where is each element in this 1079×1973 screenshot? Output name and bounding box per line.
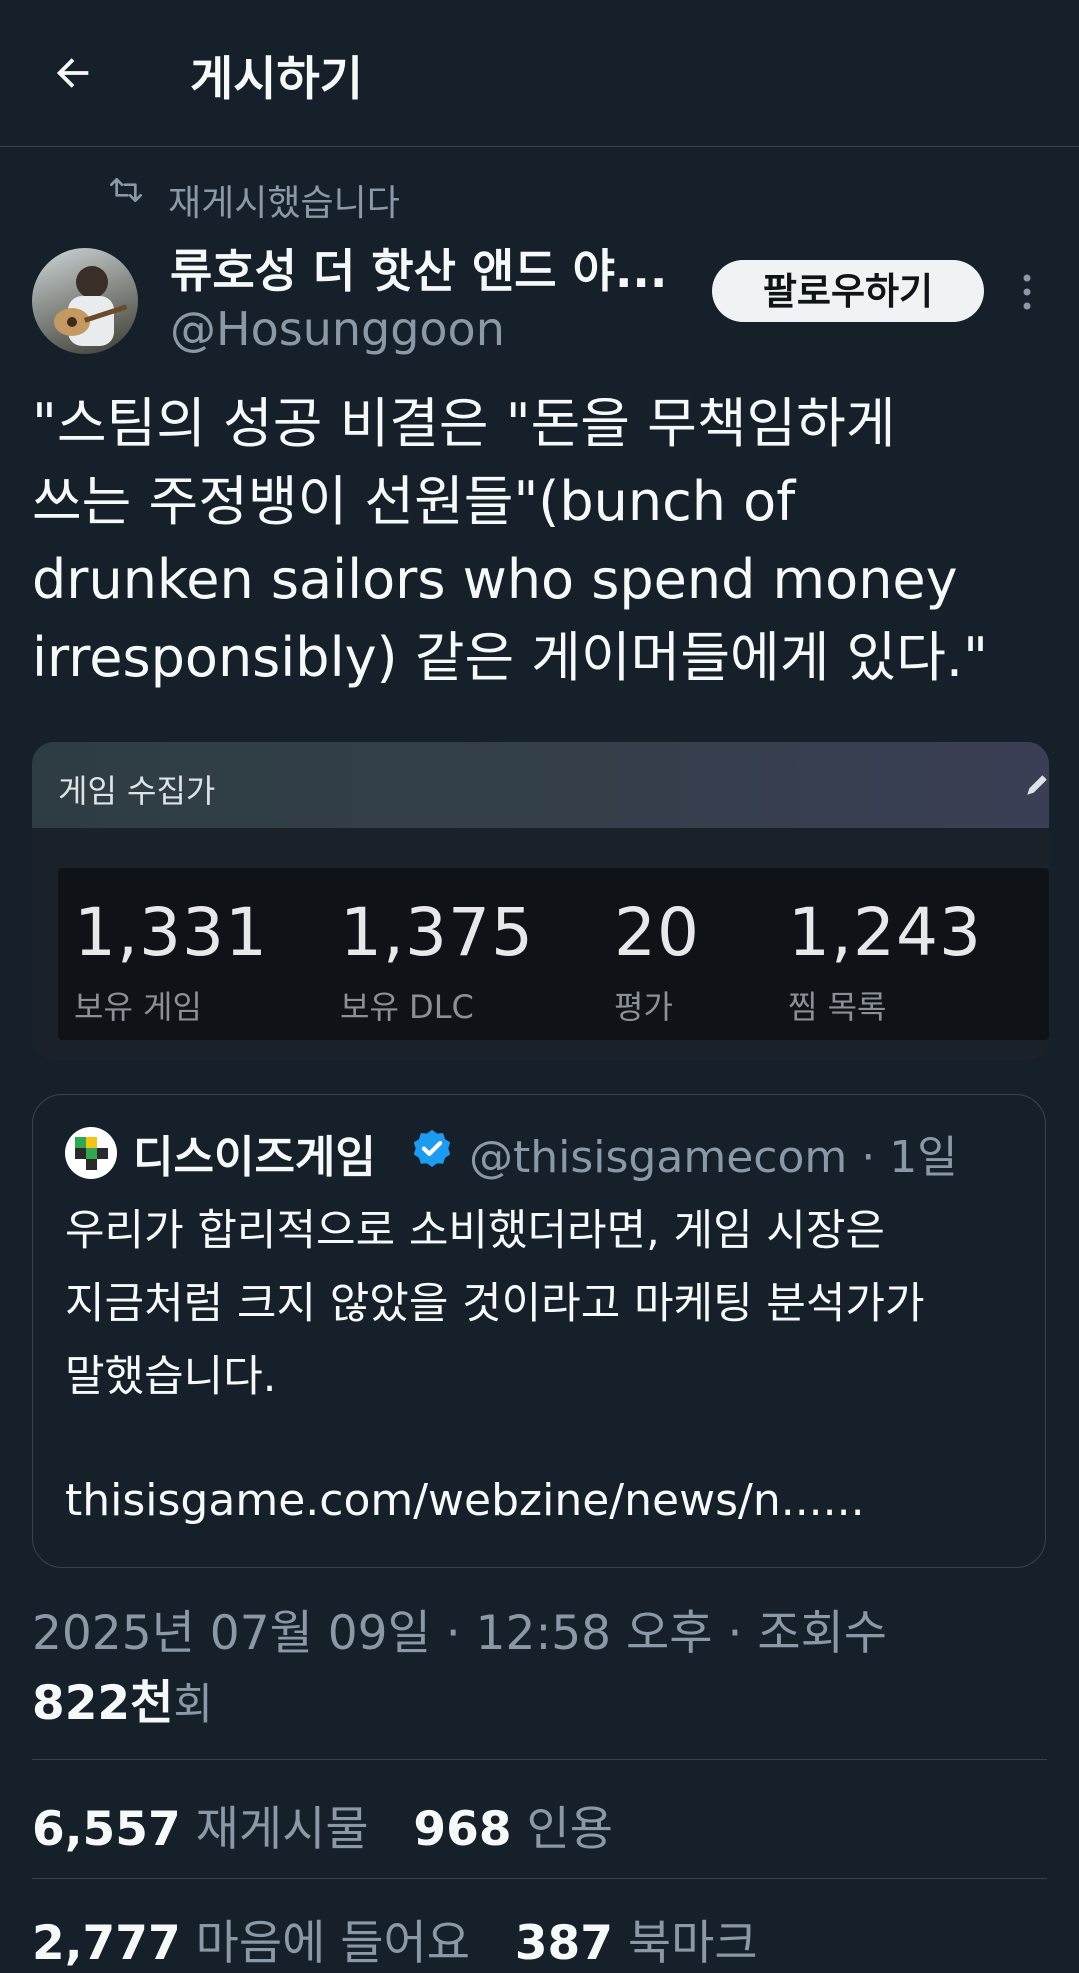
stat-label: 보유 게임: [74, 988, 202, 1026]
views-unit: 회: [173, 1680, 213, 1730]
likes-count: 2,777: [32, 1916, 181, 1971]
quotes-count: 968: [413, 1802, 512, 1857]
view-count: 822천회: [32, 1664, 213, 1733]
bookmarks-count: 387: [514, 1916, 613, 1971]
follow-button[interactable]: 팔로우하기: [712, 260, 984, 322]
stat-label: 보유 DLC: [340, 988, 474, 1026]
stat-label: 평가: [614, 988, 673, 1026]
more-options-icon[interactable]: [1016, 270, 1038, 314]
engagement-row: 2,777 마음에 들어요 387 북마크: [32, 1904, 758, 1973]
stats-panel: 1,331 보유 게임 1,375 보유 DLC 20 평가 1,243 찜 목…: [58, 868, 1049, 1040]
stat-value: 20: [614, 894, 700, 971]
top-app-bar: 게시하기: [0, 0, 1079, 147]
quotes-label: 인용: [526, 1802, 613, 1857]
stat-value: 1,331: [74, 894, 268, 971]
engagement-row: 6,557 재게시물 968 인용: [32, 1790, 613, 1859]
stat-value: 1,375: [340, 894, 534, 971]
image-section-title: 게임 수집가: [58, 772, 216, 810]
bookmarks-label: 북마크: [627, 1916, 758, 1971]
stat-value: 1,243: [788, 894, 982, 971]
quote-avatar: [65, 1127, 117, 1179]
views-number: 822천: [32, 1676, 174, 1731]
quote-author-handle: @thisisgamecom · 1일: [469, 1132, 958, 1183]
quote-text: 우리가 합리적으로 소비했더라면, 게임 시장은 지금처럼 크지 않았을 것이라…: [65, 1206, 925, 1402]
author-name[interactable]: 류호성 더 핫산 앤드 야...: [170, 235, 667, 301]
divider: [32, 1878, 1047, 1879]
back-arrow-icon[interactable]: [50, 50, 96, 96]
attached-image[interactable]: 게임 수집가 1,331 보유 게임 1,375 보유 DLC 20 평가 1,…: [32, 742, 1049, 1060]
divider: [32, 1759, 1047, 1760]
likes-label: 마음에 들어요: [195, 1916, 471, 1971]
timestamp: 2025년 07월 09일 · 12:58 오후 · 조회수: [32, 1606, 888, 1661]
likes-stat[interactable]: 2,777 마음에 들어요: [32, 1916, 470, 1971]
quote-author-name: 디스이즈게임: [133, 1132, 376, 1183]
quote-link[interactable]: thisisgame.com/webzine/news/n......: [65, 1475, 865, 1526]
reposts-stat[interactable]: 6,557 재게시물: [32, 1802, 369, 1857]
reposts-count: 6,557: [32, 1802, 181, 1857]
verified-badge-icon: [413, 1129, 451, 1168]
bookmarks-stat[interactable]: 387 북마크: [515, 1916, 758, 1971]
reposts-label: 재게시물: [195, 1802, 369, 1857]
repost-icon: [110, 177, 142, 202]
pencil-icon: [1027, 775, 1047, 795]
author-handle[interactable]: @Hosunggoon: [170, 302, 505, 356]
tweet-text: "스팀의 성공 비결은 "돈을 무책임하게 쓰는 주정뱅이 선원들"(bunch…: [32, 392, 988, 689]
stat-label: 찜 목록: [788, 988, 887, 1026]
repost-label: 재게시했습니다: [168, 183, 400, 224]
author-avatar[interactable]: [32, 248, 138, 354]
image-header-band: 게임 수집가: [32, 742, 1049, 828]
quoted-tweet[interactable]: 디스이즈게임 @thisisgamecom · 1일 우리가 합리적으로 소비했…: [32, 1094, 1046, 1568]
page-title: 게시하기: [190, 52, 363, 107]
quotes-stat[interactable]: 968 인용: [413, 1802, 613, 1857]
